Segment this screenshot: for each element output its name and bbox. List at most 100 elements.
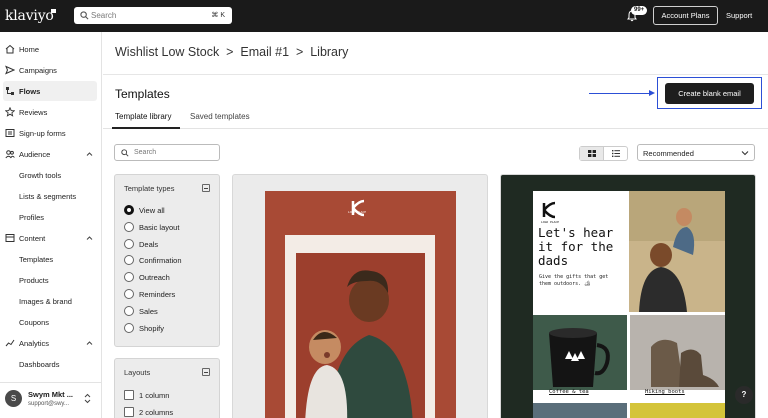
list-icon — [612, 150, 620, 157]
sidebar-item-label: Templates — [19, 255, 54, 264]
radio[interactable] — [124, 222, 134, 232]
sidebar-item-growth-tools[interactable]: Growth tools — [0, 165, 102, 185]
filter-option-confirmation[interactable]: Confirmation — [124, 254, 214, 268]
tab-template-library[interactable]: Template library — [115, 112, 171, 121]
sidebar-item-label: Growth tools — [19, 171, 62, 180]
sidebar-item-label: Profiles — [19, 213, 45, 222]
grid-view-button[interactable] — [580, 147, 604, 160]
radio[interactable] — [124, 306, 134, 316]
template-search-input[interactable]: Search — [114, 144, 220, 161]
sidebar-item-templates[interactable]: Templates — [0, 249, 102, 269]
sidebar-item-campaigns[interactable]: Campaigns — [0, 60, 102, 80]
radio[interactable] — [124, 323, 134, 333]
filter-option-label: 2 columns — [139, 408, 174, 417]
filter-option-label: Reminders — [139, 290, 176, 299]
sidebar-item-images-brand[interactable]: Images & brand — [0, 291, 102, 311]
sidebar-item-label: Sign-up forms — [19, 129, 66, 138]
sidebar-item-label: Audience — [19, 150, 51, 159]
collapse-icon[interactable] — [202, 184, 210, 192]
radio[interactable] — [124, 255, 134, 265]
user-menu[interactable]: S Swym Mkt ... support@swy... — [0, 382, 102, 418]
klaviyo-logo[interactable]: klaviyo — [5, 8, 54, 24]
sidebar-item-products[interactable]: Products — [0, 270, 102, 290]
sidebar-item-label: Analytics — [19, 339, 50, 348]
annotation-arrow — [589, 93, 653, 94]
tabs-divider — [103, 128, 768, 129]
filter-option-1-column[interactable]: 1 column — [124, 389, 214, 403]
user-name: Swym Mkt ... — [28, 390, 74, 399]
view-toggle — [579, 146, 628, 161]
radio-selected[interactable] — [124, 205, 134, 215]
sidebar-item-label: Flows — [19, 87, 41, 96]
filter-option-2-columns[interactable]: 2 columns — [124, 406, 214, 418]
sidebar-item-signup-forms[interactable]: Sign-up forms — [0, 123, 102, 143]
template-brand-text: LOGO PLACE — [541, 220, 560, 224]
home-icon — [5, 44, 15, 54]
template-caption-boots: Hiking boots — [645, 389, 685, 395]
create-blank-email-button[interactable]: Create blank email — [665, 83, 754, 104]
sidebar-item-content[interactable]: Content — [0, 228, 102, 248]
filter-option-label: View all — [139, 206, 165, 215]
sidebar-item-analytics[interactable]: Analytics — [0, 333, 102, 353]
layouts-filter: Layouts 1 column 2 columns — [114, 358, 220, 418]
template-card[interactable]: LOGO PLACE — [232, 174, 488, 418]
checkbox[interactable] — [124, 407, 134, 417]
chevron-up-icon[interactable] — [86, 151, 93, 157]
filter-option-sales[interactable]: Sales — [124, 305, 214, 319]
star-icon — [5, 107, 15, 117]
filter-option-label: Shopify — [139, 324, 165, 333]
collapse-icon[interactable] — [202, 368, 210, 376]
headline-line-3: dads — [538, 253, 569, 268]
filter-option-basic-layout[interactable]: Basic layout — [124, 221, 214, 235]
global-search-input[interactable]: Search ⌘ K — [74, 7, 232, 24]
tab-saved-templates[interactable]: Saved templates — [190, 112, 250, 121]
help-button[interactable]: ? — [735, 386, 753, 404]
sort-select-value: Recommended — [643, 149, 694, 158]
sidebar-item-home[interactable]: Home — [0, 39, 102, 59]
chevron-up-icon[interactable] — [86, 340, 93, 346]
sidebar-item-label: Reviews — [19, 108, 48, 117]
chevron-down-icon — [741, 151, 749, 156]
sidebar-item-profiles[interactable]: Profiles — [0, 207, 102, 227]
template-subtext: Give the gifts that get them outdoors. 🏕 — [539, 274, 609, 287]
campaigns-icon — [5, 65, 15, 75]
radio[interactable] — [124, 272, 134, 282]
checkbox[interactable] — [124, 390, 134, 400]
sidebar-item-flows[interactable]: Flows — [3, 81, 97, 101]
support-link[interactable]: Support — [726, 11, 752, 20]
sidebar-item-coupons[interactable]: Coupons — [0, 312, 102, 332]
filter-option-label: Sales — [139, 307, 158, 316]
sidebar-item-label: Products — [19, 276, 49, 285]
filter-option-shopify[interactable]: Shopify — [124, 322, 214, 336]
sort-select[interactable]: Recommended — [637, 144, 755, 161]
account-plans-button[interactable]: Account Plans — [653, 6, 718, 25]
grid-icon — [588, 150, 596, 157]
active-tab-indicator — [112, 127, 180, 129]
sidebar-item-lists-segments[interactable]: Lists & segments — [0, 186, 102, 206]
filter-option-reminders[interactable]: Reminders — [124, 288, 214, 302]
breadcrumb[interactable]: Wishlist Low Stock > Email #1 > Library — [115, 45, 348, 59]
flows-icon — [6, 87, 14, 95]
filter-option-view-all[interactable]: View all — [124, 204, 214, 218]
content-icon — [5, 234, 15, 242]
notification-badge: 99+ — [631, 6, 648, 15]
template-types-filter: Template types View all Basic layout Dea… — [114, 174, 220, 347]
sidebar-item-label: Coupons — [19, 318, 50, 327]
search-icon — [121, 149, 129, 157]
radio[interactable] — [124, 239, 134, 249]
sidebar-item-label: Lists & segments — [19, 192, 77, 201]
avatar: S — [5, 390, 22, 407]
sidebar-item-dashboards[interactable]: Dashboards — [0, 354, 102, 374]
sidebar-item-audience[interactable]: Audience — [0, 144, 102, 164]
list-view-button[interactable] — [604, 147, 628, 160]
filter-option-label: Confirmation — [139, 256, 182, 265]
filter-option-outreach[interactable]: Outreach — [124, 271, 214, 285]
template-preview-image — [533, 191, 725, 418]
chevron-up-icon[interactable] — [86, 235, 93, 241]
radio[interactable] — [124, 289, 134, 299]
template-card[interactable]: LOGO PLACE Let's hear it for the dads Gi… — [500, 174, 756, 418]
search-shortcut: ⌘ K — [211, 12, 225, 19]
template-headline: Let's hear it for the dads — [538, 226, 613, 268]
filter-option-deals[interactable]: Deals — [124, 238, 214, 252]
sidebar-item-reviews[interactable]: Reviews — [0, 102, 102, 122]
